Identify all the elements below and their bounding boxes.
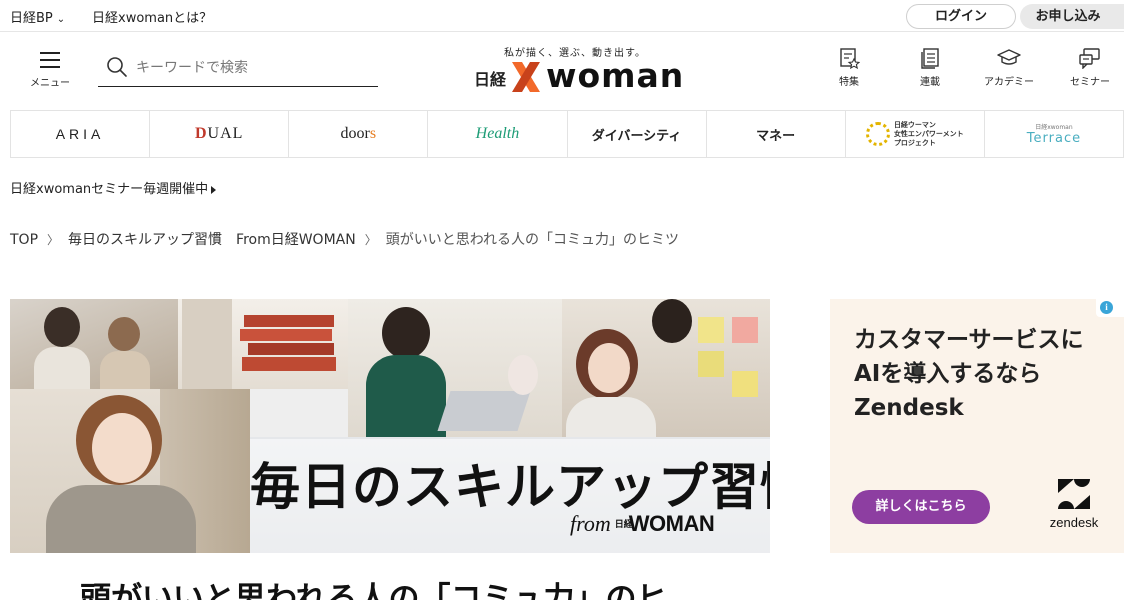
nav-feature-label: 特集 bbox=[839, 77, 859, 88]
category-health[interactable]: Health bbox=[428, 111, 568, 157]
info-icon: i bbox=[1100, 301, 1113, 314]
logo-nikkei: 日経 bbox=[474, 70, 507, 89]
logo-woman: woman bbox=[546, 56, 685, 95]
photo-women-meeting bbox=[10, 299, 178, 389]
nav-academy-label: アカデミー bbox=[984, 77, 1034, 88]
terrace-label: Terrace bbox=[1026, 131, 1082, 146]
category-diversity[interactable]: ダイバーシティ bbox=[568, 111, 707, 157]
hero-subtitle: from 日経WOMAN bbox=[570, 511, 715, 537]
seminar-notice-text: 日経xwomanセミナー毎週開催中 bbox=[10, 182, 209, 197]
category-terrace[interactable]: 日経xwoman Terrace bbox=[985, 111, 1124, 157]
search-input[interactable] bbox=[136, 56, 366, 80]
category-empowerment[interactable]: 日経ウーマン 女性エンパワーメント プロジェクト bbox=[846, 111, 985, 157]
apply-button[interactable]: お申し込み bbox=[1020, 4, 1124, 29]
academy-cap-icon bbox=[997, 49, 1021, 65]
hero-banner[interactable]: 毎日のスキルアップ習慣 from 日経WOMAN bbox=[10, 299, 770, 553]
chevron-down-icon: ⌄ bbox=[56, 14, 66, 25]
category-dual[interactable]: D UAL bbox=[150, 111, 290, 157]
logo-x-mark-icon bbox=[512, 62, 540, 92]
breadcrumb-top[interactable]: TOP bbox=[10, 232, 38, 248]
login-button[interactable]: ログイン bbox=[906, 4, 1016, 29]
ad-line2: AIを導入するなら bbox=[854, 361, 1042, 387]
ad-banner[interactable]: i カスタマーサービスに AIを導入するなら Zendesk 詳しくはこちら z… bbox=[830, 299, 1124, 553]
feature-star-icon bbox=[840, 48, 860, 69]
hamburger-icon bbox=[40, 52, 60, 68]
category-nav: ARIA D UAL door s Health ダイバーシティ マネー 日経ウーマ… bbox=[10, 110, 1124, 158]
terrace-small: 日経xwoman bbox=[1035, 124, 1073, 131]
article-title: 頭がいいと思われる人の「コミュ力」のヒ bbox=[80, 581, 668, 600]
dual-rest: UAL bbox=[207, 125, 244, 142]
ad-copy: カスタマーサービスに AIを導入するなら Zendesk bbox=[854, 323, 1084, 425]
search-icon bbox=[107, 57, 127, 77]
hero-title: 毎日のスキルアップ習慣 bbox=[250, 457, 770, 516]
award-line3: プロジェクト bbox=[893, 138, 936, 147]
search-box bbox=[98, 50, 378, 87]
nav-seminar-label: セミナー bbox=[1070, 77, 1110, 88]
category-money[interactable]: マネー bbox=[707, 111, 846, 157]
nav-academy[interactable]: アカデミー bbox=[980, 47, 1038, 88]
nav-serial-label: 連載 bbox=[920, 77, 940, 88]
nikkei-bp-dropdown[interactable]: 日経BP ⌄ bbox=[10, 7, 65, 26]
zendesk-label: zendesk bbox=[1049, 515, 1099, 530]
photo-woman-thinking bbox=[10, 389, 250, 553]
about-link[interactable]: 日経xwomanとは？ bbox=[92, 7, 212, 26]
dual-d: D bbox=[194, 125, 208, 142]
serial-document-icon bbox=[921, 48, 939, 69]
zendesk-logo: zendesk bbox=[1036, 479, 1112, 530]
category-aria[interactable]: ARIA bbox=[11, 111, 151, 157]
breadcrumb-separator-icon: 〉 bbox=[364, 233, 377, 247]
award-ring-icon bbox=[865, 122, 890, 146]
nav-feature[interactable]: 特集 bbox=[820, 47, 878, 88]
ad-line1: カスタマーサービスに bbox=[854, 327, 1084, 353]
award-line1: 日経ウーマン bbox=[893, 120, 936, 129]
ad-cta-button[interactable]: 詳しくはこちら bbox=[852, 490, 990, 524]
doors-s: s bbox=[369, 125, 377, 142]
breadcrumb-series[interactable]: 毎日のスキルアップ習慣 From日経WOMAN bbox=[68, 232, 356, 248]
category-doors[interactable]: door s bbox=[289, 111, 429, 157]
top-bar: 日経BP ⌄ 日経xwomanとは？ ログイン お申し込み bbox=[0, 0, 1124, 32]
photo-books bbox=[178, 299, 348, 389]
breadcrumb-current: 頭がいいと思われる人の「コミュ力」のヒミツ bbox=[385, 232, 680, 248]
photo-woman-discussion bbox=[562, 299, 770, 437]
nikkei-bp-label: 日経BP bbox=[10, 11, 53, 26]
nav-serial[interactable]: 連載 bbox=[901, 47, 959, 88]
breadcrumb: TOP 〉毎日のスキルアップ習慣 From日経WOMAN 〉頭がいいと思われる人の「… bbox=[10, 229, 679, 249]
seminar-notice-link[interactable]: 日経xwomanセミナー毎週開催中 bbox=[10, 178, 217, 197]
photo-woman-laptop bbox=[348, 299, 562, 437]
menu-label: メニュー bbox=[30, 78, 70, 89]
nav-seminar[interactable]: セミナー bbox=[1061, 47, 1119, 88]
zendesk-logo-icon bbox=[1058, 479, 1090, 509]
hero-nikkei: 日経 bbox=[614, 520, 633, 530]
hero-from: from bbox=[570, 511, 611, 536]
hero-woman: WOMAN bbox=[628, 511, 715, 536]
arrow-right-icon bbox=[211, 185, 217, 194]
article-title-area: 頭がいいと思われる人の「コミュ力」のヒ bbox=[10, 553, 770, 600]
ad-line3: Zendesk bbox=[854, 395, 964, 421]
breadcrumb-separator-icon: 〉 bbox=[47, 233, 60, 247]
menu-button[interactable]: メニュー bbox=[24, 52, 76, 92]
ad-info-badge[interactable]: i bbox=[1096, 299, 1124, 317]
seminar-chat-icon bbox=[1079, 48, 1100, 69]
award-line2: 女性エンパワーメント bbox=[893, 129, 964, 138]
doors-main: door bbox=[340, 125, 370, 142]
